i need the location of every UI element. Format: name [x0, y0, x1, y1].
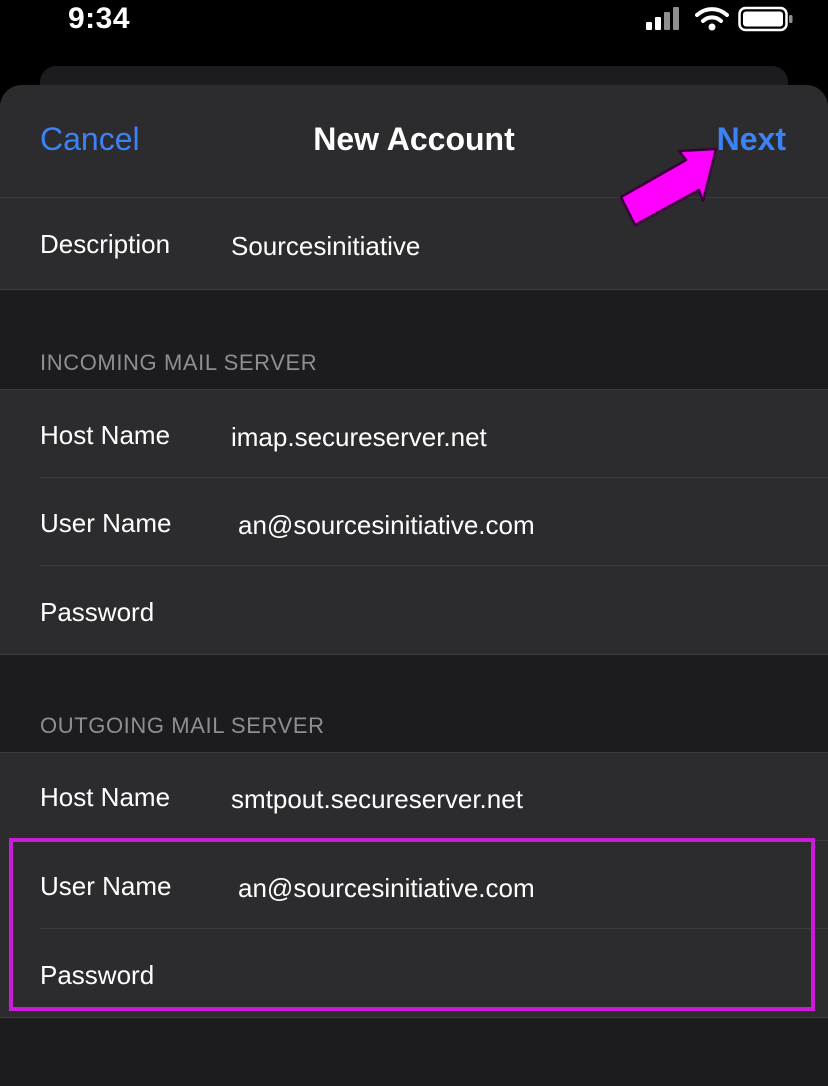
status-time: 9:34 — [68, 2, 131, 35]
description-label: Description — [40, 229, 171, 259]
incoming-user-row[interactable]: User Name an@sourcesinitiative.com — [0, 478, 828, 566]
incoming-password-row[interactable]: Password — [0, 566, 828, 654]
highlight-box — [9, 838, 815, 1011]
next-button[interactable]: Next — [717, 121, 786, 158]
incoming-user-field[interactable]: an@sourcesinitiative.com — [238, 510, 535, 541]
incoming-password-label: Password — [40, 597, 155, 627]
status-icons — [644, 6, 794, 32]
outgoing-host-label: Host Name — [40, 782, 171, 812]
cellular-signal-icon — [646, 7, 679, 30]
outgoing-host-row[interactable]: Host Name smtpout.secureserver.net — [0, 753, 828, 841]
battery-icon — [738, 6, 793, 32]
wifi-icon — [695, 7, 729, 31]
description-field[interactable]: Sourcesinitiative — [231, 231, 420, 262]
incoming-host-label: Host Name — [40, 420, 171, 450]
incoming-host-field[interactable]: imap.secureserver.net — [231, 422, 487, 453]
incoming-host-row[interactable]: Host Name imap.secureserver.net — [0, 390, 828, 478]
outgoing-section-header: OUTGOING MAIL SERVER — [40, 713, 325, 738]
outgoing-host-field[interactable]: smtpout.secureserver.net — [231, 784, 523, 815]
status-bar: 9:34 — [0, 0, 828, 44]
incoming-section-header: INCOMING MAIL SERVER — [40, 350, 318, 375]
incoming-group: Host Name imap.secureserver.net User Nam… — [0, 389, 828, 655]
pointer-arrow-icon — [619, 147, 718, 227]
incoming-user-label: User Name — [40, 508, 172, 538]
